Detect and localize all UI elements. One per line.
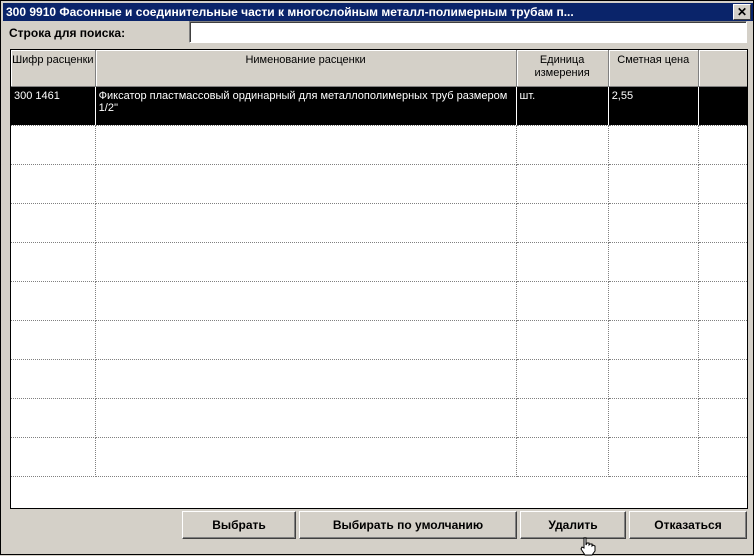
header-row: Шифр расценки Нименование расценки Едини… [11, 50, 747, 87]
search-input[interactable] [189, 21, 747, 43]
table-row[interactable] [11, 281, 747, 321]
table-row[interactable] [11, 437, 747, 477]
table-row[interactable] [11, 164, 747, 204]
cell-code[interactable]: 300 1461 [11, 86, 96, 126]
search-label: Строка для поиска: [9, 26, 126, 40]
cell-unit[interactable]: шт. [516, 86, 609, 126]
close-button[interactable]: ✕ [733, 4, 751, 20]
window-title: 300 9910 Фасонные и соединительные части… [6, 5, 574, 19]
table-row[interactable] [11, 125, 747, 165]
table-row[interactable] [11, 203, 747, 243]
table-row[interactable] [11, 359, 747, 399]
title-bar[interactable]: 300 9910 Фасонные и соединительные части… [3, 3, 753, 21]
cell-name[interactable]: Фиксатор пластмассовый ординарный для ме… [95, 86, 517, 126]
column-header-unit[interactable]: Единица измерения [516, 50, 609, 87]
column-header-extra [698, 50, 747, 87]
cancel-button[interactable]: Отказаться [629, 511, 747, 539]
hand-cursor-icon [580, 537, 596, 556]
cell-price[interactable]: 2,55 [608, 86, 699, 126]
dialog-window: 300 9910 Фасонные и соединительные части… [0, 0, 754, 556]
select-button[interactable]: Выбрать [182, 511, 296, 539]
cell-extra[interactable] [698, 86, 747, 126]
rates-grid[interactable]: Шифр расценки Нименование расценки Едини… [10, 49, 748, 509]
table-row[interactable]: 300 1461 Фиксатор пластмассовый ординарн… [11, 86, 747, 126]
table-row[interactable] [11, 398, 747, 438]
delete-button[interactable]: Удалить [520, 511, 626, 539]
rates-table: Шифр расценки Нименование расценки Едини… [11, 50, 747, 477]
select-default-button[interactable]: Выбирать по умолчанию [299, 511, 517, 539]
table-row[interactable] [11, 320, 747, 360]
column-header-price[interactable]: Сметная цена [608, 50, 699, 87]
column-header-code[interactable]: Шифр расценки [11, 50, 96, 87]
column-header-name[interactable]: Нименование расценки [95, 50, 517, 87]
table-row[interactable] [11, 242, 747, 282]
